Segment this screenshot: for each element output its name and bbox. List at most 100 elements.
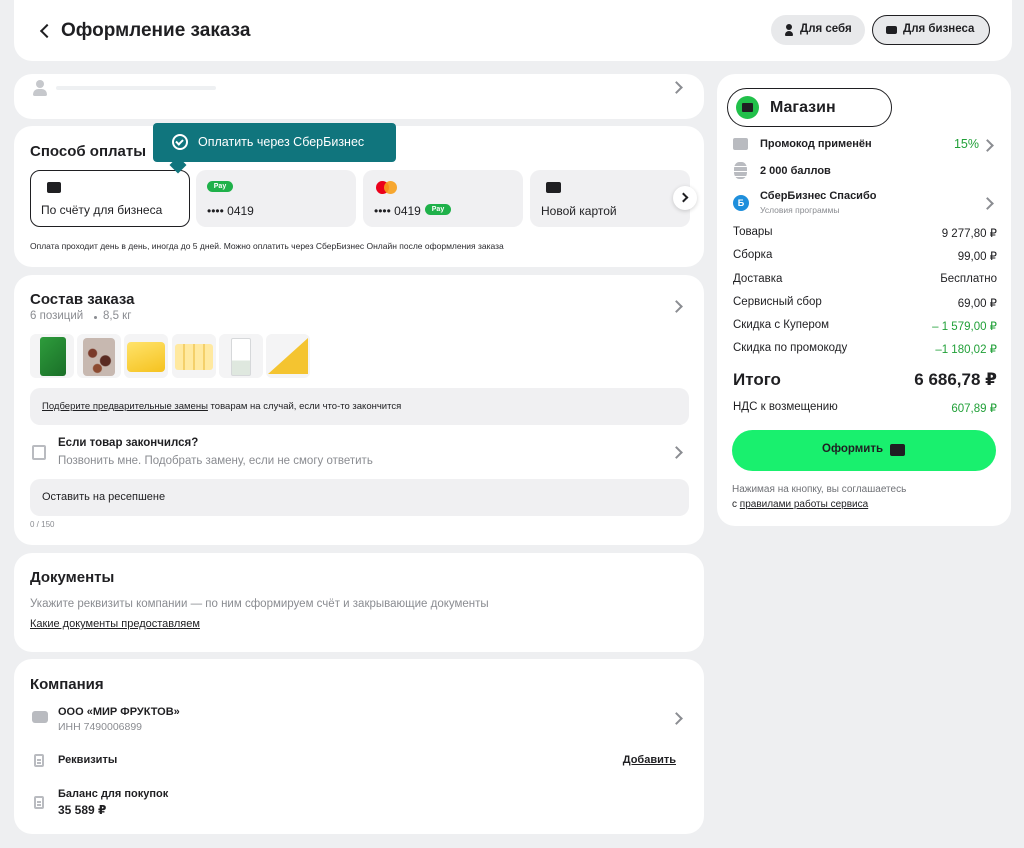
promo-value: 15% <box>953 137 979 151</box>
recipient-placeholder <box>56 86 216 90</box>
comment-input[interactable]: Оставить на ресепшене <box>30 479 689 516</box>
sber-thanks-row[interactable]: Б СберБизнес Спасибо Условия программы <box>733 188 995 218</box>
submit-order-button[interactable]: Оформить <box>732 430 996 471</box>
total-label: Итого <box>733 370 781 389</box>
documents-text: Укажите реквизиты компании — по ним сфор… <box>30 598 489 610</box>
green-pack-image <box>40 337 66 376</box>
balance-label: Баланс для покупок <box>58 788 169 800</box>
store-icon <box>736 96 759 119</box>
store-chip[interactable]: Магазин <box>727 88 892 127</box>
summary-row-value: – 1 579,00 ₽ <box>932 321 997 333</box>
pay-tile-label: По счёту для бизнеса <box>41 203 163 217</box>
product-thumb[interactable] <box>219 334 263 378</box>
person-icon <box>785 24 793 36</box>
comment-counter: 0 / 150 <box>30 520 55 529</box>
pay-tile-invoice[interactable]: По счёту для бизнеса <box>30 170 190 227</box>
chevron-right-icon <box>981 139 994 152</box>
company-name: ООО «МИР ФРУКТОВ» <box>58 706 180 718</box>
company-inn: ИНН 7490006899 <box>58 721 143 733</box>
agree-line: с правилами работы сервиса <box>732 499 868 510</box>
for-business-label: Для бизнеса <box>903 23 975 35</box>
submit-label: Оформить <box>822 443 884 455</box>
cheese-wedge-image <box>268 338 308 374</box>
back-chevron-icon[interactable] <box>39 23 55 39</box>
dried-fruit-image <box>83 338 115 376</box>
vat-label: НДС к возмещению <box>733 401 838 413</box>
add-card-icon <box>546 182 561 193</box>
header-bar: Оформление заказа Для себя Для бизнеса <box>14 0 1012 61</box>
payment-title: Способ оплаты <box>30 143 147 160</box>
add-requisites-link[interactable]: Добавить <box>623 754 676 766</box>
points-label: 2 000 баллов <box>760 165 831 177</box>
summary-row-value: 9 277,80 ₽ <box>941 228 997 240</box>
lock-bag-icon <box>32 445 46 460</box>
invoice-icon <box>47 182 61 193</box>
service-rules-link[interactable]: правилами работы сервиса <box>740 499 868 510</box>
summary-row-label: Скидка по промокоду <box>733 342 848 354</box>
product-thumb[interactable] <box>30 334 74 378</box>
pay-tile-label: Новой картой <box>541 204 617 218</box>
product-thumb[interactable] <box>266 334 310 378</box>
summary-row-label: Товары <box>733 226 773 238</box>
page-title: Оформление заказа <box>61 20 251 41</box>
invoice-icon <box>890 444 905 456</box>
order-card: Состав заказа 6 позиций 8,5 кг Подберите… <box>14 275 704 545</box>
company-card: Компания ООО «МИР ФРУКТОВ» ИНН 749000689… <box>14 659 704 834</box>
pay-tile-card[interactable]: •••• 0419 Pay <box>363 170 523 227</box>
sberbusiness-tooltip: Оплатить через СберБизнес <box>153 123 396 174</box>
briefcase-icon <box>886 26 897 34</box>
promo-row[interactable]: Промокод применён 15% <box>733 136 995 156</box>
chevron-right-icon <box>981 197 994 210</box>
documents-link[interactable]: Какие документы предоставляем <box>30 618 200 630</box>
agree-prefix: с <box>732 499 740 510</box>
pay-tile-sberpay[interactable]: Pay •••• 0419 <box>196 170 356 227</box>
chevron-right-icon <box>670 446 683 459</box>
product-thumb[interactable] <box>124 334 168 378</box>
sber-thanks-sub: Условия программы <box>760 205 840 215</box>
butter-image <box>127 342 165 372</box>
for-business-toggle[interactable]: Для бизнеса <box>872 15 990 45</box>
replacements-text: Подберите предварительные замены товарам… <box>42 401 401 412</box>
recipient-card[interactable] <box>14 74 704 119</box>
out-of-stock-sub: Позвонить мне. Подобрать замену, если не… <box>58 455 373 467</box>
pay-tile-label: •••• 0419 <box>207 204 254 218</box>
replacements-link[interactable]: Подберите предварительные замены <box>42 401 208 412</box>
summary-row-label: Сборка <box>733 249 773 261</box>
pay-tile-label: •••• 0419 <box>374 204 421 218</box>
sber-thanks-badge: Б <box>733 195 749 211</box>
chevron-right-icon <box>678 192 689 203</box>
summary-row-value: –1 180,02 ₽ <box>935 344 997 356</box>
for-self-toggle[interactable]: Для себя <box>771 15 865 45</box>
milk-carton-image <box>231 338 251 376</box>
summary-row-label: Доставка <box>733 273 783 285</box>
order-title: Состав заказа <box>30 291 135 308</box>
payment-scroll-button[interactable] <box>673 186 697 210</box>
requisites-label: Реквизиты <box>58 754 118 766</box>
chevron-right-icon[interactable] <box>670 712 683 725</box>
replacements-banner[interactable]: Подберите предварительные замены товарам… <box>30 388 689 425</box>
chevron-right-icon[interactable] <box>670 300 683 313</box>
store-name: Магазин <box>770 99 836 116</box>
balance-value: 35 589 ₽ <box>58 803 107 817</box>
payment-note: Оплата проходит день в день, иногда до 5… <box>30 241 504 251</box>
coupon-icon <box>733 138 748 150</box>
product-thumb[interactable] <box>172 334 216 378</box>
order-separator <box>94 316 97 319</box>
document-icon <box>34 754 44 767</box>
document-icon <box>34 796 44 809</box>
summary-row-label: Сервисный сбор <box>733 296 822 308</box>
for-self-label: Для себя <box>800 23 852 35</box>
order-positions: 6 позиций <box>30 310 84 322</box>
sber-thanks-title: СберБизнес Спасибо <box>760 190 877 202</box>
briefcase-icon <box>32 711 48 723</box>
coins-icon <box>734 162 747 179</box>
pay-tile-new-card[interactable]: Новой картой <box>530 170 690 227</box>
out-of-stock-row[interactable]: Если товар закончился? Позвонить мне. По… <box>30 433 689 473</box>
product-thumb[interactable] <box>77 334 121 378</box>
summary-row-value: 69,00 ₽ <box>957 298 997 310</box>
chevron-right-icon <box>670 81 683 94</box>
sberpay-icon: Pay <box>207 181 233 192</box>
summary-card: Магазин Промокод применён 15% 2 000 балл… <box>717 74 1011 526</box>
order-weight: 8,5 кг <box>103 310 132 322</box>
check-circle-icon <box>172 134 188 150</box>
